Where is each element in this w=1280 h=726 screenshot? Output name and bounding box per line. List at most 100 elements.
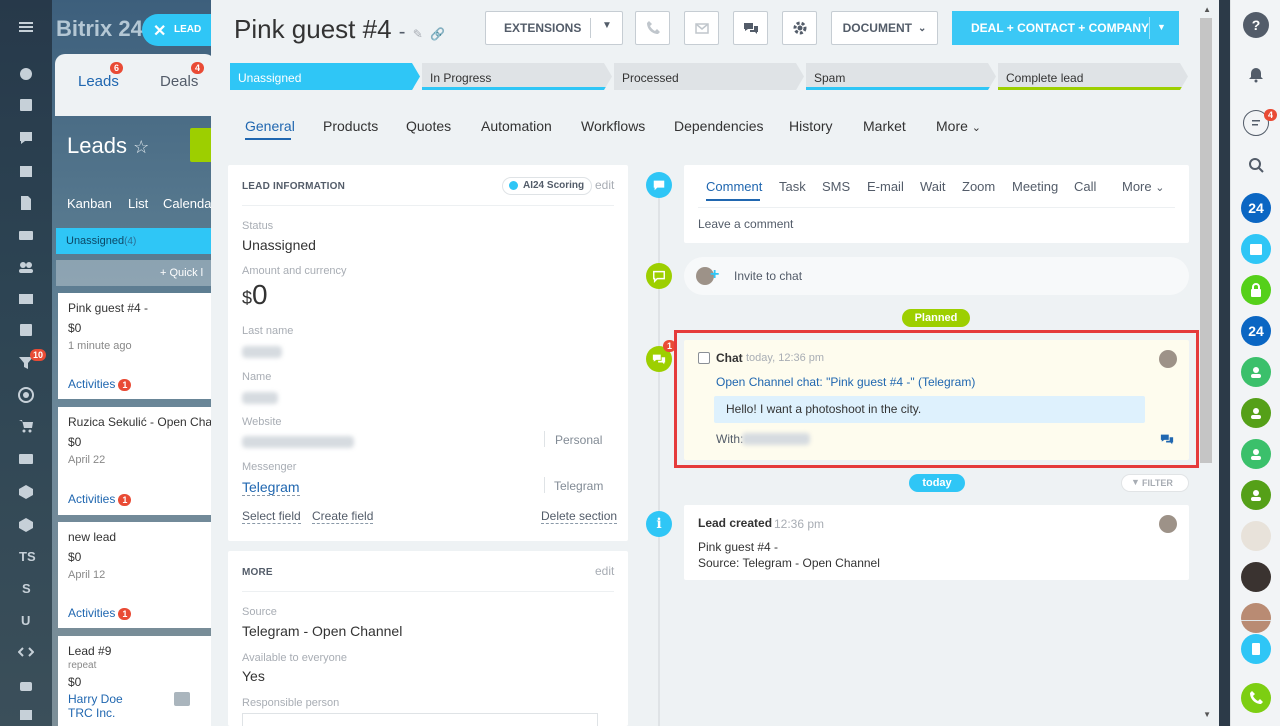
stage-processed[interactable]: Processed xyxy=(614,63,804,90)
card-title[interactable]: Lead #9 xyxy=(68,644,204,658)
avatar[interactable] xyxy=(1159,350,1177,368)
stage-spam[interactable]: Spam xyxy=(806,63,996,90)
mail-icon[interactable] xyxy=(18,291,34,307)
board-tab-deals[interactable]: Deals xyxy=(160,73,198,90)
tab-market[interactable]: Market xyxy=(863,118,906,134)
bitrix-logo[interactable]: Bitrix 24 xyxy=(56,16,143,42)
view-kanban[interactable]: Kanban xyxy=(67,196,112,211)
card-company[interactable]: TRC Inc. xyxy=(68,706,204,720)
card-activities[interactable]: Activities 1 xyxy=(68,606,132,620)
messenger-value[interactable]: Telegram xyxy=(242,479,300,496)
target-icon[interactable] xyxy=(18,387,34,403)
quick-add[interactable]: + Quick l xyxy=(56,260,216,286)
edit-title-icon[interactable]: ✎ xyxy=(413,27,423,41)
editor-tab-wait[interactable]: Wait xyxy=(920,179,946,194)
card-title[interactable]: new lead xyxy=(68,530,204,544)
chevron-down-icon[interactable]: ▼ xyxy=(1157,22,1166,32)
group-icon[interactable] xyxy=(1241,439,1271,469)
editor-tab-more[interactable]: More ⌄ xyxy=(1122,179,1164,194)
kanban-card[interactable]: Ruzica Sekulić - Open Cha $0 April 22 Ac… xyxy=(58,407,214,515)
card-activities[interactable]: Activities 1 xyxy=(68,377,132,391)
tab-quotes[interactable]: Quotes xyxy=(406,118,451,134)
ai-scoring-badge[interactable]: AI24 Scoring xyxy=(502,177,593,195)
tasks-icon[interactable] xyxy=(18,97,34,113)
invite-to-chat[interactable]: + Invite to chat xyxy=(684,257,1189,295)
tab-history[interactable]: History xyxy=(789,118,833,134)
select-field-link[interactable]: Select field xyxy=(242,509,301,524)
chat-icon[interactable] xyxy=(18,130,34,146)
nav-item-s[interactable]: S xyxy=(22,581,31,596)
extensions-button[interactable]: EXTENSIONS ▼ xyxy=(485,11,623,45)
calendar-icon[interactable] xyxy=(18,163,34,179)
checklist-icon[interactable] xyxy=(18,322,34,338)
search-icon[interactable] xyxy=(1243,152,1269,178)
settings-button[interactable] xyxy=(782,11,817,45)
scroll-down-icon[interactable]: ▼ xyxy=(1203,710,1211,719)
kanban-card[interactable]: Lead #9 repeat $0 Harry Doe TRC Inc. xyxy=(58,636,214,726)
print-icon[interactable] xyxy=(174,692,190,706)
group-icon[interactable] xyxy=(1241,398,1271,428)
tab-workflows[interactable]: Workflows xyxy=(581,118,645,134)
tab-automation[interactable]: Automation xyxy=(481,118,552,134)
board-tab-leads[interactable]: Leads xyxy=(78,73,119,90)
editor-tab-email[interactable]: E-mail xyxy=(867,179,904,194)
bell-icon[interactable] xyxy=(1243,62,1269,88)
avatar[interactable] xyxy=(1241,521,1271,551)
stage-in-progress[interactable]: In Progress xyxy=(422,63,612,90)
group-icon[interactable] xyxy=(1241,357,1271,387)
calendar-icon[interactable] xyxy=(1241,234,1271,264)
kanban-card[interactable]: new lead $0 April 12 Activities 1 xyxy=(58,522,214,628)
filter-button[interactable]: ▼ FILTER xyxy=(1121,474,1189,492)
contacts-icon[interactable] xyxy=(18,259,34,275)
comment-input[interactable]: Leave a comment xyxy=(698,217,793,231)
nav-item-u[interactable]: U xyxy=(21,613,30,628)
chevron-down-icon[interactable]: ▼ xyxy=(602,20,612,31)
scrollbar-thumb[interactable] xyxy=(1200,18,1212,463)
cart-icon[interactable] xyxy=(18,418,34,434)
convert-deal-button[interactable]: DEAL + CONTACT + COMPANY ▼ xyxy=(952,11,1179,45)
bitrix24-icon[interactable]: 24 xyxy=(1241,193,1271,223)
chat-button[interactable] xyxy=(733,11,768,45)
edit-link[interactable]: edit xyxy=(595,178,614,192)
card-title[interactable]: Ruzica Sekulić - Open Cha xyxy=(68,415,212,429)
documents-icon[interactable] xyxy=(18,195,34,211)
email-button[interactable] xyxy=(684,11,719,45)
code-icon[interactable] xyxy=(18,644,34,660)
drive-icon[interactable] xyxy=(18,227,34,243)
avatar[interactable] xyxy=(1241,562,1271,592)
scrollbar[interactable] xyxy=(1199,18,1213,718)
nav-item-ts[interactable]: TS xyxy=(19,549,36,564)
help-icon[interactable]: ? xyxy=(1243,12,1269,38)
kanban-card[interactable]: Pink guest #4 - $0 1 minute ago Activiti… xyxy=(58,293,214,399)
tab-more[interactable]: More ⌄ xyxy=(936,118,981,134)
editor-tab-comment[interactable]: Comment xyxy=(706,179,762,194)
link-icon[interactable]: 🔗 xyxy=(430,27,445,41)
chat-icon[interactable] xyxy=(1160,432,1174,446)
cube-icon[interactable] xyxy=(18,517,34,533)
card-activities[interactable]: Activities 1 xyxy=(68,492,132,506)
view-calendar[interactable]: Calenda xyxy=(163,196,211,211)
close-icon[interactable]: ✕ xyxy=(153,21,166,41)
stage-complete-lead[interactable]: Complete lead xyxy=(998,63,1188,90)
call-button[interactable] xyxy=(635,11,670,45)
tab-general[interactable]: General xyxy=(245,118,295,134)
stage-unassigned[interactable]: Unassigned xyxy=(230,63,420,90)
editor-tab-meeting[interactable]: Meeting xyxy=(1012,179,1058,194)
feed-icon[interactable] xyxy=(18,66,34,82)
avatar[interactable] xyxy=(1159,515,1177,533)
tab-dependencies[interactable]: Dependencies xyxy=(674,118,764,134)
editor-tab-call[interactable]: Call xyxy=(1074,179,1096,194)
transfer-icon[interactable] xyxy=(1241,634,1271,664)
view-list[interactable]: List xyxy=(128,196,148,211)
editor-tab-task[interactable]: Task xyxy=(779,179,806,194)
star-icon[interactable]: ☆ xyxy=(133,137,149,157)
complete-checkbox[interactable] xyxy=(698,352,710,364)
id-card-icon[interactable] xyxy=(18,451,34,467)
bitrix24-icon[interactable]: 24 xyxy=(1241,316,1271,346)
group-icon[interactable] xyxy=(1241,480,1271,510)
edit-link[interactable]: edit xyxy=(595,564,614,578)
document-button[interactable]: DOCUMENT ⌄ xyxy=(831,11,938,45)
create-field-link[interactable]: Create field xyxy=(312,509,374,524)
avatar[interactable] xyxy=(1241,603,1271,633)
delete-section-link[interactable]: Delete section xyxy=(541,509,618,524)
